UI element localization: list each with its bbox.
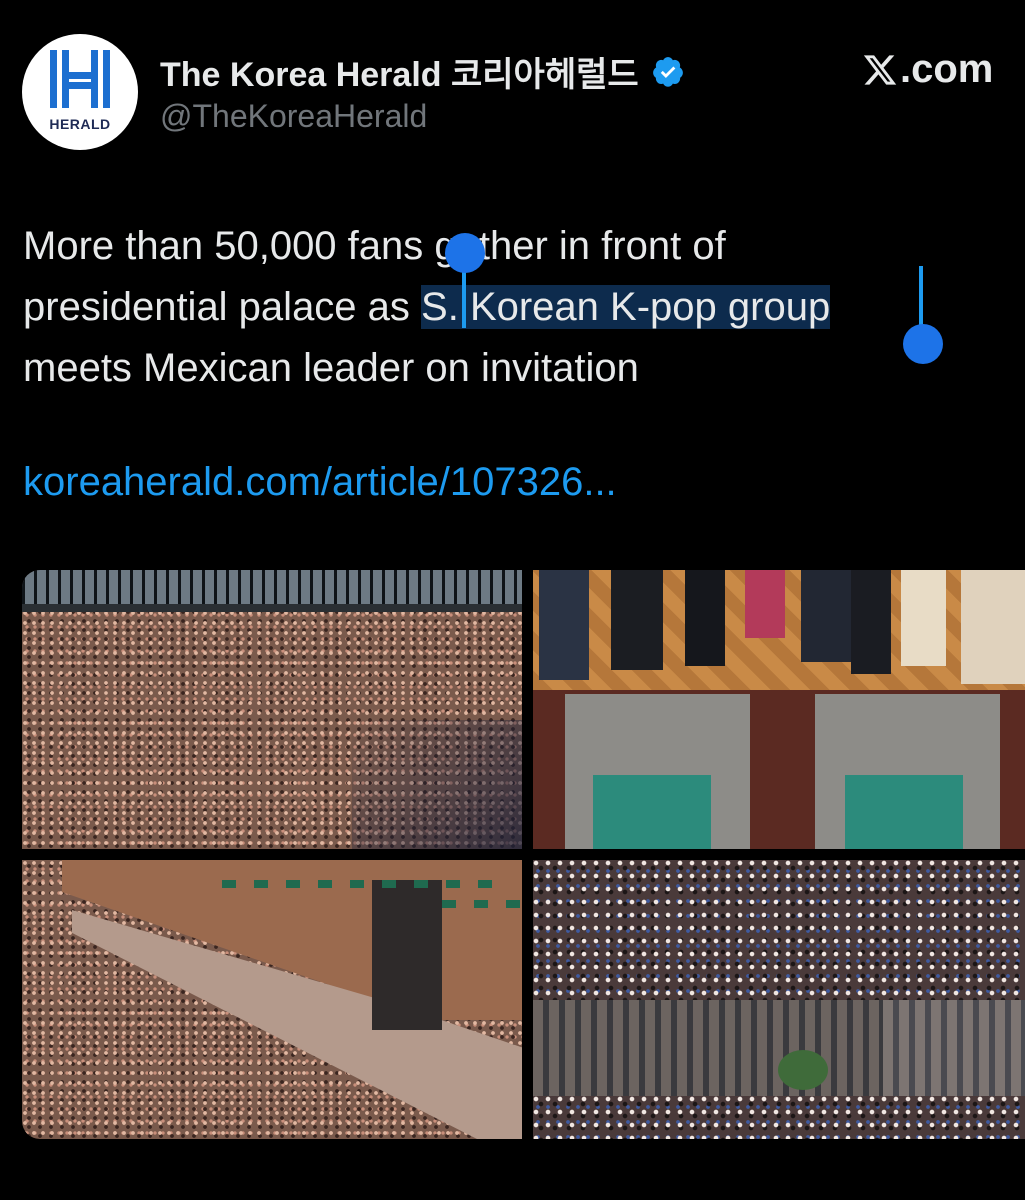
avatar[interactable]: HERALD (22, 34, 138, 150)
media-image-1[interactable] (22, 570, 522, 849)
site-mark-text: .com (900, 47, 994, 91)
selection-end-handle[interactable] (903, 324, 943, 364)
media-grid (22, 570, 1025, 1139)
tweet-line-2-text: presidential palace as (23, 285, 422, 329)
verified-badge-icon (652, 56, 683, 87)
x-logo-icon (863, 54, 897, 85)
selection-end-bar[interactable] (919, 266, 923, 332)
tweet-line-1: More than 50,000 fans gather in front of (23, 224, 726, 268)
media-image-3[interactable] (22, 860, 522, 1139)
media-image-2[interactable] (533, 570, 1025, 849)
display-name-text: The Korea Herald 코리아헤럴드 (160, 56, 639, 94)
media-image-4[interactable] (533, 860, 1025, 1139)
tweet-text[interactable]: More than 50,000 fans gather in front of… (23, 216, 983, 399)
article-link[interactable]: koreaherald.com/article/107326... (23, 460, 617, 505)
account-handle[interactable]: @TheKoreaHerald (160, 98, 427, 135)
tweet-line-2: presidential palace as S. Korean K-pop g… (23, 277, 983, 338)
tweet-line-3: meets Mexican leader on invitation (23, 346, 639, 390)
selection-start-handle[interactable] (445, 233, 485, 273)
herald-logo-icon (50, 50, 110, 108)
x-site-mark: .com (862, 47, 993, 92)
display-name[interactable]: The Korea Herald 코리아헤럴드 (160, 47, 685, 96)
selected-text: S. Korean K-pop group (421, 285, 831, 329)
avatar-text: HERALD (49, 116, 111, 132)
